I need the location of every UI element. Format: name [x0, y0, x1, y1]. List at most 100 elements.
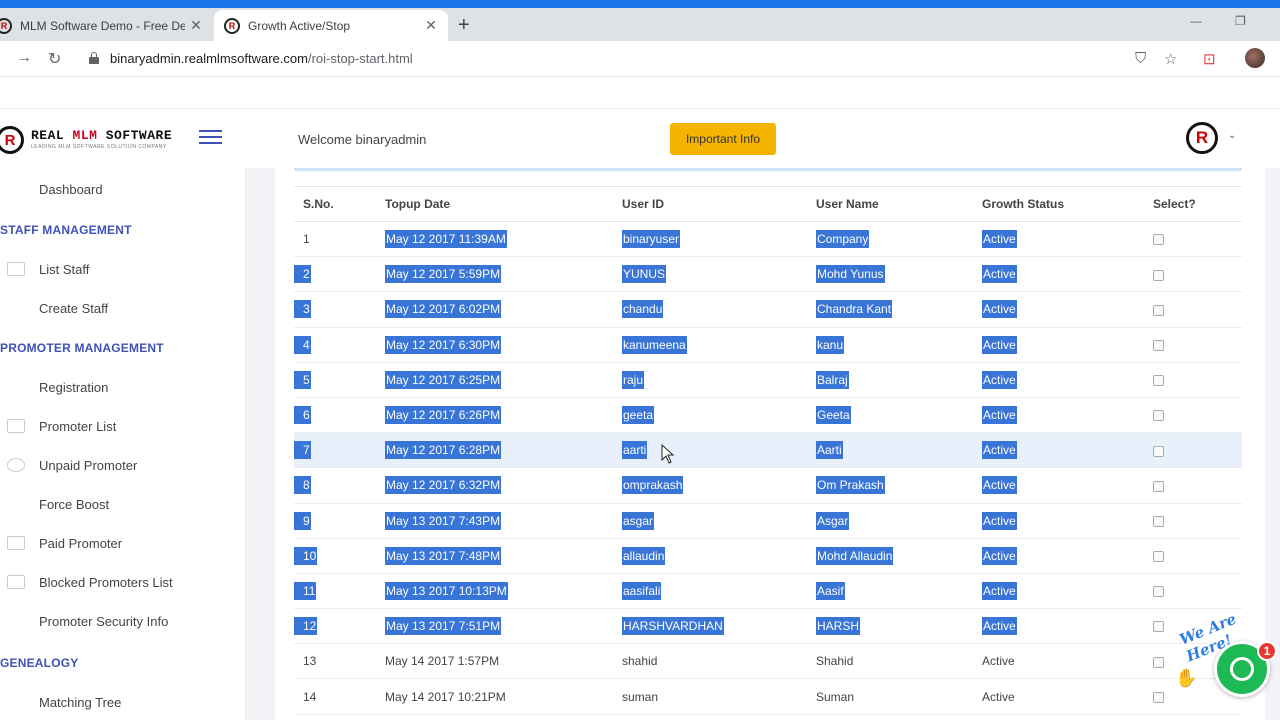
new-tab-plus-icon[interactable]: +: [458, 14, 470, 37]
select-checkbox[interactable]: [1153, 656, 1164, 668]
sidebar-item-promoter-list[interactable]: Promoter List: [39, 419, 116, 434]
rocket-icon: [7, 497, 25, 511]
cell-topup-date: May 13 2017 7:51PM: [376, 608, 613, 645]
select-checkbox[interactable]: [1153, 410, 1164, 422]
sidebar-item-registration[interactable]: Registration: [39, 380, 108, 395]
chevron-down-icon[interactable]: ⌄: [1228, 130, 1236, 141]
restore-icon[interactable]: ❐: [1235, 14, 1246, 28]
col-header-growth-status[interactable]: Growth Status: [973, 186, 1144, 222]
sidebar-item-list-staff[interactable]: List Staff: [39, 262, 89, 277]
hamburger-menu-icon[interactable]: [199, 130, 222, 144]
cell-sno: 4: [294, 327, 376, 363]
table-row[interactable]: 13 May 14 2017 1:57PM shahid Shahid Active: [294, 643, 1242, 680]
table-row[interactable]: 12 May 13 2017 7:51PM HARSHVARDHAN HARSH Act…: [294, 608, 1242, 645]
minimize-icon[interactable]: —: [1190, 14, 1202, 28]
cell-user-id: raju: [613, 362, 807, 398]
tab-close-icon[interactable]: ✕: [420, 17, 442, 34]
sidebar-item-paid-promoter[interactable]: Paid Promoter: [39, 536, 122, 551]
table-row[interactable]: 7 May 12 2017 6:28PM aarti Aarti Active: [294, 432, 1242, 469]
cell-user-id-text: allaudin: [622, 546, 666, 565]
select-checkbox[interactable]: [1153, 551, 1164, 563]
table-row[interactable]: 2 May 12 2017 5:59PM YUNUS Mohd Yunus Active: [294, 256, 1242, 293]
cell-sno-text: 7: [294, 441, 311, 460]
tab-close-icon[interactable]: ✕: [185, 17, 207, 34]
lock-icon[interactable]: [89, 52, 99, 64]
table-row[interactable]: 3 May 12 2017 6:02PM chandu Chandra Kant Act…: [294, 291, 1242, 328]
cell-user-name-text: Aarti: [816, 441, 843, 460]
cell-user-id: kanumeena: [613, 327, 807, 363]
col-header-sno[interactable]: S.No.: [294, 186, 376, 222]
lock-icon: [7, 614, 25, 628]
select-checkbox[interactable]: [1153, 234, 1164, 246]
col-header-select[interactable]: Select?: [1144, 186, 1242, 222]
tab-mlm-demo[interactable]: R MLM Software Demo - Free Dem ✕: [0, 10, 213, 41]
browser-top-strip: [0, 0, 1280, 8]
cell-select: [1144, 397, 1242, 434]
url-field[interactable]: binaryadmin.realmlmsoftware.com/roi-stop…: [110, 51, 413, 66]
tab-title: MLM Software Demo - Free Dem: [20, 18, 185, 33]
cell-sno: 7: [294, 432, 376, 469]
select-checkbox[interactable]: [1153, 304, 1164, 316]
chat-unread-badge: 1: [1257, 641, 1277, 661]
table-row[interactable]: 6 May 12 2017 6:26PM geeta Geeta Active: [294, 397, 1242, 434]
table-row[interactable]: 11 May 13 2017 10:13PM aasifali Aasif Active: [294, 573, 1242, 610]
star-icon[interactable]: ☆: [1164, 50, 1177, 68]
sidebar-item-unpaid-promoter[interactable]: Unpaid Promoter: [39, 458, 137, 473]
browser-tab-bar: R MLM Software Demo - Free Dem ✕ R Growt…: [0, 8, 1280, 41]
select-checkbox[interactable]: [1153, 586, 1164, 598]
cell-growth-status-text: Active: [982, 441, 1017, 460]
cell-sno: 1: [294, 221, 376, 258]
sidebar-item-blocked-promoters[interactable]: Blocked Promoters List: [39, 575, 173, 590]
tab-growth-active-stop[interactable]: R Growth Active/Stop ✕: [214, 10, 448, 41]
cell-growth-status-text: Active: [982, 511, 1017, 530]
cell-user-name: Aasif: [807, 573, 973, 610]
select-checkbox[interactable]: [1153, 515, 1164, 527]
select-checkbox[interactable]: [1153, 480, 1164, 492]
user-avatar[interactable]: R: [1186, 122, 1218, 154]
cell-select: [1144, 538, 1242, 574]
sidebar-item-matching-tree[interactable]: Matching Tree: [39, 695, 121, 710]
select-checkbox[interactable]: [1153, 445, 1164, 457]
cell-user-name-text: Aasif: [816, 581, 845, 600]
shield-icon[interactable]: ⛉: [1135, 50, 1146, 67]
col-header-user-name[interactable]: User Name: [807, 186, 973, 222]
sidebar-item-dashboard[interactable]: Dashboard: [39, 182, 103, 197]
select-checkbox[interactable]: [1153, 269, 1164, 281]
cell-sno-text: 5: [294, 370, 311, 389]
col-header-user-id[interactable]: User ID: [613, 186, 807, 222]
table-row[interactable]: 4 May 12 2017 6:30PM kanumeena kanu Active: [294, 327, 1242, 363]
table-row[interactable]: 5 May 12 2017 6:25PM raju Balraj Active: [294, 362, 1242, 398]
sidebar-item-promoter-security[interactable]: Promoter Security Info: [39, 614, 168, 629]
cell-sno-text: 4: [294, 335, 311, 354]
cell-topup-date-text: May 12 2017 5:59PM: [385, 265, 502, 284]
cell-user-id: aasifali: [613, 573, 807, 610]
reload-icon[interactable]: ↻: [48, 49, 61, 69]
forward-arrow-icon[interactable]: →: [16, 49, 32, 67]
cell-growth-status: Active: [973, 397, 1144, 434]
cell-topup-date: May 13 2017 7:43PM: [376, 503, 613, 539]
screen-capture-icon[interactable]: ⊡: [1203, 50, 1216, 68]
select-checkbox[interactable]: [1153, 691, 1164, 703]
cell-topup-date-text: May 13 2017 7:51PM: [385, 617, 502, 636]
select-checkbox[interactable]: [1153, 375, 1164, 387]
select-checkbox[interactable]: [1153, 339, 1164, 351]
browser-profile-avatar[interactable]: [1245, 48, 1265, 68]
select-checkbox[interactable]: [1153, 621, 1164, 633]
table-row[interactable]: 10 May 13 2017 7:48PM allaudin Mohd Allaudi…: [294, 538, 1242, 574]
table-row[interactable]: 9 May 13 2017 7:43PM asgar Asgar Active: [294, 503, 1242, 539]
table-row[interactable]: 14 May 14 2017 10:21PM suman Suman Active: [294, 678, 1242, 715]
site-favicon-icon: R: [0, 17, 12, 34]
logo-text[interactable]: REAL MLM SOFTWARE: [31, 128, 172, 143]
col-header-topup-date[interactable]: Topup Date: [376, 186, 613, 222]
important-info-button[interactable]: Important Info: [670, 123, 776, 155]
sidebar-item-create-staff[interactable]: Create Staff: [39, 301, 108, 316]
cell-growth-status: Active: [973, 291, 1144, 328]
table-row[interactable]: 8 May 12 2017 6:32PM omprakash Om Prakash Ac…: [294, 467, 1242, 504]
cell-topup-date-text: May 12 2017 6:30PM: [385, 335, 502, 354]
sidebar-item-force-boost[interactable]: Force Boost: [39, 497, 109, 512]
user-plus-icon: [7, 380, 25, 394]
cell-select: [1144, 327, 1242, 363]
cell-user-name-text: HARSH: [816, 617, 861, 636]
cell-sno-text: 1: [303, 232, 310, 247]
table-row[interactable]: 1 May 12 2017 11:39AM binaryuser Company Act…: [294, 221, 1242, 258]
